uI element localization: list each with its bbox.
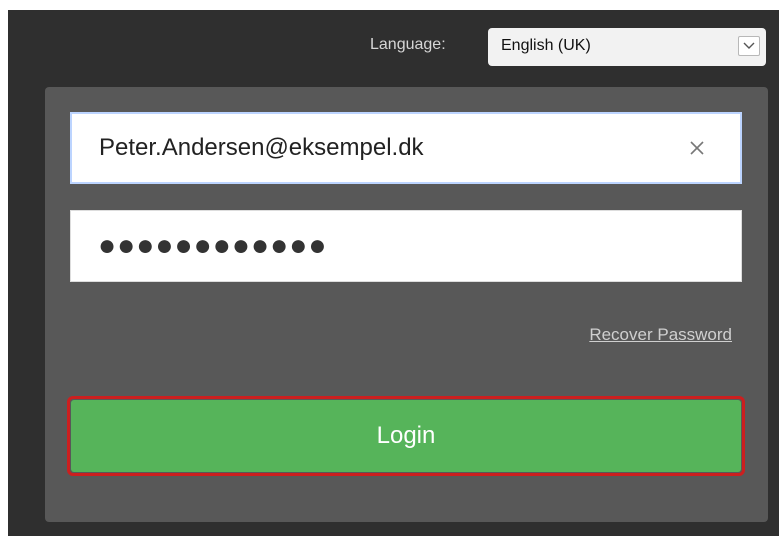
language-select[interactable]: English (UK): [488, 28, 766, 66]
chevron-down-icon[interactable]: [738, 36, 760, 56]
close-icon[interactable]: [688, 139, 706, 157]
login-button[interactable]: Login: [71, 400, 741, 472]
login-panel: Recover Password Login: [45, 87, 768, 522]
language-label: Language:: [370, 36, 446, 53]
email-field-container: [70, 112, 742, 184]
language-row: Language: English (UK): [8, 10, 779, 78]
language-select-value: English (UK): [501, 37, 591, 54]
password-field-container: [70, 210, 742, 282]
recover-password-link[interactable]: Recover Password: [589, 325, 732, 345]
email-input[interactable]: [72, 114, 740, 182]
login-screen: Language: English (UK) Recover Password: [8, 10, 779, 536]
password-input[interactable]: [71, 211, 741, 281]
